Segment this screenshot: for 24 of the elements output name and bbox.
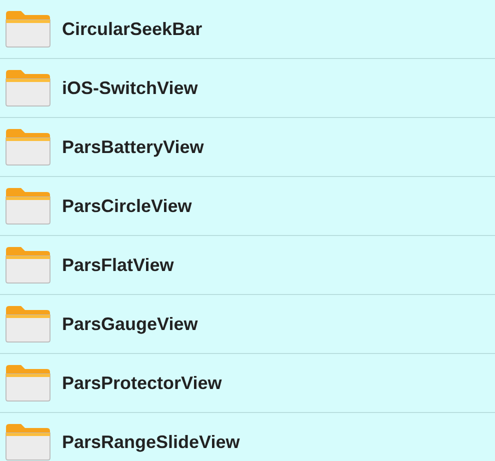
folder-icon: [5, 364, 51, 402]
folder-item[interactable]: ParsGaugeView: [0, 295, 495, 354]
folder-name: ParsProtectorView: [62, 372, 222, 394]
folder-item[interactable]: ParsProtectorView: [0, 354, 495, 413]
folder-name: ParsGaugeView: [62, 314, 198, 334]
folder-icon: [5, 246, 51, 284]
folder-item[interactable]: ParsBatteryView: [0, 118, 495, 177]
folder-name: CircularSeekBar: [62, 18, 202, 40]
folder-icon: [5, 10, 51, 48]
folder-name: ParsCircleView: [62, 196, 192, 216]
folder-item[interactable]: ParsCircleView: [0, 177, 495, 236]
folder-icon: [5, 187, 51, 225]
folder-item[interactable]: ParsRangeSlideView: [0, 413, 495, 461]
folder-icon: [5, 128, 51, 166]
folder-item[interactable]: ParsFlatView: [0, 236, 495, 295]
folder-item[interactable]: iOS-SwitchView: [0, 59, 495, 118]
folder-name: ParsRangeSlideView: [62, 432, 240, 452]
folder-icon: [5, 423, 51, 461]
folder-name: ParsBatteryView: [62, 136, 204, 158]
folder-name: iOS-SwitchView: [62, 78, 198, 98]
folder-name: ParsFlatView: [62, 254, 174, 276]
folder-item[interactable]: CircularSeekBar: [0, 0, 495, 59]
folder-icon: [5, 305, 51, 343]
folder-icon: [5, 69, 51, 107]
